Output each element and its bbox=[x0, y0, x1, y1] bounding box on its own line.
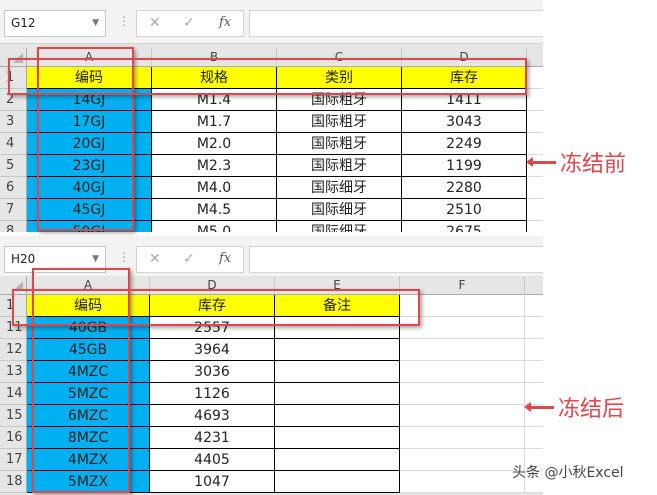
cell[interactable]: 国际粗牙 bbox=[277, 155, 402, 177]
cell[interactable]: 国际粗牙 bbox=[277, 111, 402, 133]
cell[interactable] bbox=[275, 449, 400, 471]
cell[interactable] bbox=[400, 361, 525, 383]
name-box[interactable]: G12 ▼ bbox=[4, 10, 106, 37]
row-header[interactable]: 12 bbox=[0, 339, 27, 361]
cell[interactable] bbox=[400, 383, 525, 405]
cell[interactable] bbox=[527, 67, 543, 89]
cell[interactable]: 1047 bbox=[150, 471, 275, 493]
cell[interactable]: 1126 bbox=[150, 383, 275, 405]
arrow-left-icon bbox=[526, 156, 556, 167]
insert-function-icon[interactable]: fx bbox=[219, 251, 231, 266]
row-1-highlight-after bbox=[12, 289, 420, 326]
row-header[interactable]: 14 bbox=[0, 383, 27, 405]
cancel-icon[interactable]: ✕ bbox=[149, 251, 161, 267]
cell[interactable]: M4.0 bbox=[152, 177, 277, 199]
drag-handle-icon[interactable]: ⋮ bbox=[118, 250, 130, 264]
row-header[interactable]: 18 bbox=[0, 471, 27, 493]
row-header[interactable]: 8 bbox=[0, 221, 27, 232]
cell[interactable]: 3043 bbox=[402, 111, 527, 133]
formula-input[interactable] bbox=[249, 246, 543, 273]
cell[interactable] bbox=[400, 427, 525, 449]
cell[interactable] bbox=[527, 89, 543, 111]
column-header[interactable] bbox=[527, 48, 543, 67]
name-box-value: G12 bbox=[11, 16, 36, 30]
cell[interactable]: 2510 bbox=[402, 199, 527, 221]
cell[interactable] bbox=[400, 449, 525, 471]
cell[interactable] bbox=[275, 339, 400, 361]
cell[interactable]: 1199 bbox=[402, 155, 527, 177]
annotation-before: 冻结前 bbox=[526, 146, 627, 178]
cell[interactable]: 2280 bbox=[402, 177, 527, 199]
cell[interactable] bbox=[400, 471, 525, 493]
cell[interactable] bbox=[527, 177, 543, 199]
cell[interactable]: 4405 bbox=[150, 449, 275, 471]
cell[interactable]: 国际细牙 bbox=[277, 199, 402, 221]
enter-icon[interactable]: ✓ bbox=[183, 15, 195, 31]
cell[interactable] bbox=[527, 199, 543, 221]
cell[interactable]: 国际细牙 bbox=[277, 177, 402, 199]
cell[interactable] bbox=[525, 361, 543, 383]
annotation-after: 冻结后 bbox=[524, 391, 625, 423]
cell[interactable]: M2.0 bbox=[152, 133, 277, 155]
row-header[interactable]: 5 bbox=[0, 155, 27, 177]
enter-icon[interactable]: ✓ bbox=[183, 251, 195, 267]
cell[interactable] bbox=[275, 405, 400, 427]
formula-buttons: ✕ ✓ fx bbox=[136, 10, 244, 37]
cell[interactable] bbox=[525, 295, 543, 317]
cell[interactable] bbox=[275, 471, 400, 493]
row-header[interactable]: 17 bbox=[0, 449, 27, 471]
chevron-down-icon[interactable]: ▼ bbox=[92, 11, 99, 36]
cell[interactable] bbox=[400, 339, 525, 361]
cell[interactable]: 4231 bbox=[150, 427, 275, 449]
drag-handle-icon[interactable]: ⋮ bbox=[118, 14, 130, 28]
cancel-icon[interactable]: ✕ bbox=[149, 15, 161, 31]
cell[interactable] bbox=[525, 427, 543, 449]
cell[interactable] bbox=[525, 339, 543, 361]
arrow-left-icon bbox=[524, 401, 554, 412]
cell[interactable]: 2249 bbox=[402, 133, 527, 155]
cell[interactable]: M4.5 bbox=[152, 199, 277, 221]
cell[interactable]: M1.7 bbox=[152, 111, 277, 133]
cell[interactable]: 3036 bbox=[150, 361, 275, 383]
column-header[interactable] bbox=[525, 276, 543, 295]
cell[interactable]: 国际粗牙 bbox=[277, 133, 402, 155]
row-header[interactable]: 3 bbox=[0, 111, 27, 133]
row-header[interactable]: 13 bbox=[0, 361, 27, 383]
watermark: 头条 @小秋Excel bbox=[512, 465, 624, 481]
cell[interactable]: 3964 bbox=[150, 339, 275, 361]
formula-bar: G12 ▼ ⋮ ✕ ✓ fx bbox=[0, 0, 543, 44]
cell[interactable]: 国际细牙 bbox=[277, 221, 402, 232]
annotation-before-text: 冻结前 bbox=[560, 152, 627, 177]
cell[interactable]: 4693 bbox=[150, 405, 275, 427]
insert-function-icon[interactable]: fx bbox=[219, 15, 231, 30]
cell[interactable] bbox=[527, 221, 543, 232]
row-header[interactable]: 16 bbox=[0, 427, 27, 449]
cell[interactable] bbox=[275, 383, 400, 405]
row-1-highlight bbox=[8, 58, 527, 95]
cell[interactable]: M5.0 bbox=[152, 221, 277, 232]
cell[interactable] bbox=[400, 405, 525, 427]
row-header[interactable]: 6 bbox=[0, 177, 27, 199]
annotation-after-text: 冻结后 bbox=[558, 397, 625, 422]
formula-input[interactable] bbox=[249, 10, 543, 37]
formula-buttons: ✕ ✓ fx bbox=[136, 246, 244, 273]
row-header[interactable]: 7 bbox=[0, 199, 27, 221]
row-header[interactable]: 15 bbox=[0, 405, 27, 427]
cell[interactable] bbox=[275, 427, 400, 449]
cell[interactable] bbox=[275, 361, 400, 383]
cell[interactable]: 2675 bbox=[402, 221, 527, 232]
row-header[interactable]: 4 bbox=[0, 133, 27, 155]
name-box-value: H20 bbox=[11, 252, 36, 266]
cell[interactable] bbox=[527, 111, 543, 133]
cell[interactable]: M2.3 bbox=[152, 155, 277, 177]
cell[interactable] bbox=[525, 317, 543, 339]
